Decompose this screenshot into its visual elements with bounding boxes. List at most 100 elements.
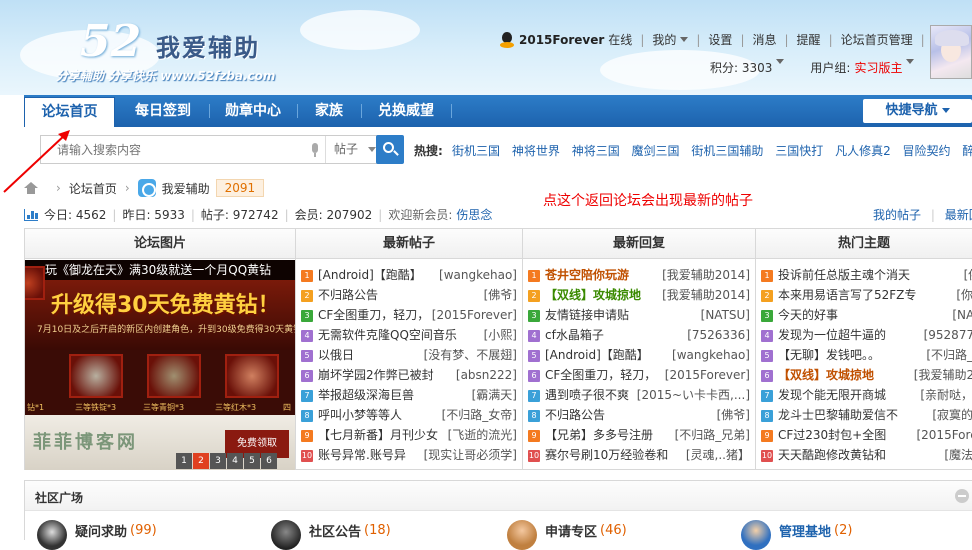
forum-name[interactable]: 疑问求助 (75, 521, 127, 540)
slide-page-2[interactable]: 2 (193, 453, 209, 469)
topic-author[interactable]: [我爱辅助2014 (914, 365, 972, 385)
topic-title[interactable]: 账号异常.账号异 (318, 448, 406, 462)
breadcrumb-home[interactable]: 论坛首页 (69, 180, 117, 197)
forum-link-announcements[interactable]: 社区公告 (18) (271, 519, 391, 550)
hot-topic-row[interactable]: 2 本来用易语言写了52FZ专 [你的笑 (761, 285, 972, 305)
topic-author[interactable]: [NATSU] (701, 305, 750, 325)
hot-topic-row[interactable]: 10 天天酷跑修改黄钻和 [魔法魔法 (761, 445, 972, 465)
topic-title[interactable]: 天天酷跑修改黄钻和 (778, 448, 886, 462)
new-post-row[interactable]: 2 不归路公告 [佛爷] (301, 285, 521, 305)
hot-search-term[interactable]: 街机三国辅助 (691, 144, 763, 158)
new-reply-row[interactable]: 3 友情链接申请贴 [NATSU] (528, 305, 754, 325)
topic-title[interactable]: 龙斗士巴黎辅助爱信不 (778, 408, 898, 422)
chevron-down-icon[interactable] (680, 37, 689, 42)
topic-author[interactable]: [不归路_女帝] (442, 405, 517, 425)
topic-title[interactable]: 举报超级深海巨兽 (318, 388, 414, 402)
hot-search-term[interactable]: 魔剑三国 (632, 144, 680, 158)
topic-title[interactable]: CF过230封包+全图 (778, 428, 886, 442)
new-post-row[interactable]: 5 以俄日 [没有梦、不展翅] (301, 345, 521, 365)
nav-forum-home[interactable]: 论坛首页 (24, 97, 115, 127)
search-input[interactable] (41, 136, 306, 163)
topic-title[interactable]: CF全图重刀，轻刀， (545, 368, 656, 382)
new-reply-row[interactable]: 7 遇到喷子很不爽 [2015~い卡卡西,...] (528, 385, 754, 405)
nav-exchange-prestige[interactable]: 兑换威望 (363, 95, 449, 127)
slide-caption[interactable]: 玩《御龙在天》满30级就送一个月QQ黄钻 (25, 260, 295, 280)
topic-title[interactable]: 友情链接申请贴 (545, 308, 629, 322)
hot-topic-row[interactable]: 7 发现个能无限开商城 [亲耐哒，想你 (761, 385, 972, 405)
topic-author[interactable]: [飞逝的流光] (448, 425, 517, 445)
topic-author[interactable]: [absn222] (456, 365, 517, 385)
reminders-link[interactable]: 提醒 (797, 31, 821, 48)
topic-author[interactable]: [佛爷] (964, 265, 972, 285)
search-button[interactable] (376, 135, 404, 164)
topic-author[interactable]: [寂寞的小号 (932, 405, 972, 425)
topic-author[interactable]: [魔法魔法 (944, 445, 972, 465)
topic-author[interactable]: [2015~い卡卡西,...] (637, 385, 750, 405)
hot-search-term[interactable]: 冒险契约 (903, 144, 951, 158)
forum-name[interactable]: 管理基地 (779, 521, 831, 540)
latest-posts-link[interactable]: 最新回 (945, 208, 972, 222)
topic-title[interactable]: [Android]【跑酷】 (318, 268, 422, 282)
topic-title[interactable]: 苍井空陪你玩游 (545, 268, 629, 282)
topic-author[interactable]: [我爱辅助2014] (662, 265, 750, 285)
hot-search-term[interactable]: 街机三国 (452, 144, 500, 158)
topic-title[interactable]: 本来用易语言写了52FZ专 (778, 288, 916, 302)
home-icon[interactable] (24, 182, 38, 194)
chevron-down-icon[interactable] (906, 59, 915, 64)
hot-search-term[interactable]: 凡人修真2 (835, 144, 891, 158)
breadcrumb-forum[interactable]: 我爱辅助 (162, 180, 210, 197)
new-post-row[interactable]: 9 【七月新番】月刊少女 [飞逝的流光] (301, 425, 521, 445)
topic-author[interactable]: [霸满天] (472, 385, 517, 405)
forum-name[interactable]: 申请专区 (545, 521, 597, 540)
my-posts-link[interactable]: 我的帖子 (873, 208, 921, 222)
topic-author[interactable]: [灵魂,..猪】 (686, 445, 750, 465)
topic-author[interactable]: [不归路_兄弟 (926, 345, 972, 365)
topic-author[interactable]: [佛爷] (717, 405, 750, 425)
avatar[interactable] (930, 25, 972, 79)
hot-topic-row[interactable]: 8 龙斗士巴黎辅助爱信不 [寂寞的小号 (761, 405, 972, 425)
topic-title[interactable]: 【双线】攻城掠地 (778, 368, 874, 382)
forum-app-icon[interactable] (137, 179, 156, 197)
topic-author[interactable]: [小熙] (484, 325, 517, 345)
hot-topic-row[interactable]: 1 投诉前任总版主魂个消天 [佛爷] (761, 265, 972, 285)
new-reply-row[interactable]: 9 【兄弟】多多号注册 [不归路_兄弟] (528, 425, 754, 445)
my-link[interactable]: 我的 (652, 31, 676, 48)
hot-search-term[interactable]: 三国快打 (775, 144, 823, 158)
topic-author[interactable]: [不归路_兄弟] (675, 425, 750, 445)
slide-page-5[interactable]: 5 (244, 453, 260, 469)
topic-author[interactable]: [wangkehao] (439, 265, 517, 285)
topic-author[interactable]: [NATSU (952, 305, 972, 325)
topic-title[interactable]: cf水晶箱子 (545, 328, 604, 342)
topic-title[interactable]: 不归路公告 (545, 408, 605, 422)
new-reply-row[interactable]: 8 不归路公告 [佛爷] (528, 405, 754, 425)
topic-title[interactable]: CF全图重刀，轻刀， (318, 308, 429, 322)
new-reply-row[interactable]: 2 【双线】攻城掠地 [我爱辅助2014] (528, 285, 754, 305)
new-reply-row[interactable]: 10 赛尔号刷10万经验卷和 [灵魂,..猪】 (528, 445, 754, 465)
topic-author[interactable]: [952877559 (924, 325, 972, 345)
collapse-icon[interactable] (955, 489, 969, 503)
slide-page-6[interactable]: 6 (261, 453, 277, 469)
slide-page-3[interactable]: 3 (210, 453, 226, 469)
username-link[interactable]: 2015Forever (519, 33, 604, 47)
slide-page-4[interactable]: 4 (227, 453, 243, 469)
new-post-row[interactable]: 6 崩坏学园2作弊已被封 [absn222] (301, 365, 521, 385)
stat-new-member[interactable]: 伤思念 (456, 206, 492, 223)
messages-link[interactable]: 消息 (752, 31, 776, 48)
topic-author[interactable]: [你的笑 (956, 285, 972, 305)
topic-title[interactable]: 【兄弟】多多号注册 (545, 428, 653, 442)
topic-title[interactable]: 崩坏学园2作弊已被封 (318, 368, 434, 382)
nav-family[interactable]: 家族 (299, 95, 359, 127)
topic-author[interactable]: [2015Forever (916, 425, 972, 445)
topic-title[interactable]: 遇到喷子很不爽 (545, 388, 629, 402)
topic-author[interactable]: [现实让哥必须学] (424, 445, 517, 465)
topic-title[interactable]: 无需软件克隆QQ空间音乐 (318, 328, 457, 342)
new-post-row[interactable]: 3 CF全图重刀，轻刀， [2015Forever] (301, 305, 521, 325)
new-post-row[interactable]: 8 呼叫小梦等等人 [不归路_女帝] (301, 405, 521, 425)
logo-name[interactable]: 我爱辅助 (156, 28, 260, 63)
hot-search-term[interactable]: 神将三国 (572, 144, 620, 158)
hot-topic-row[interactable]: 9 CF过230封包+全图 [2015Forever (761, 425, 972, 445)
topic-author[interactable]: [wangkehao] (672, 345, 750, 365)
topic-title[interactable]: [Android]【跑酷】 (545, 348, 649, 362)
topic-title[interactable]: 【双线】攻城掠地 (545, 288, 641, 302)
new-reply-row[interactable]: 1 苍井空陪你玩游 [我爱辅助2014] (528, 265, 754, 285)
